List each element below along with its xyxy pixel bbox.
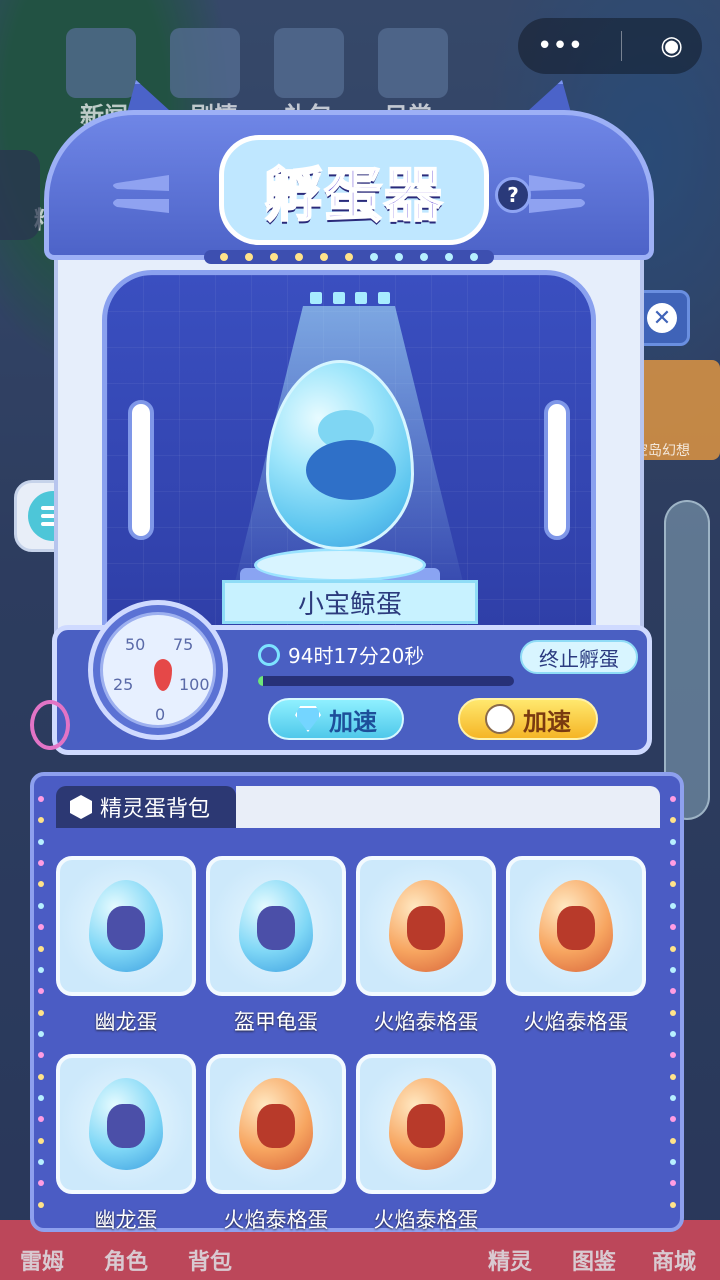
egg-card[interactable] bbox=[356, 856, 496, 996]
egg-card[interactable] bbox=[206, 856, 346, 996]
monster-silhouette bbox=[407, 906, 445, 950]
egg-icon bbox=[89, 880, 163, 972]
egg-slot-name: 火焰泰格蛋 bbox=[523, 1010, 629, 1034]
pedestal-top bbox=[254, 548, 426, 582]
gauge-tick: 25 bbox=[113, 675, 134, 694]
more-icon[interactable]: ••• bbox=[537, 31, 583, 61]
close-record-icon[interactable]: ◉ bbox=[660, 31, 683, 61]
gift-icon bbox=[274, 28, 344, 98]
egg-slot[interactable]: 幽龙蛋 bbox=[56, 856, 196, 1042]
pet-face-icon bbox=[485, 704, 515, 734]
gauge-face: 25 50 75 100 0 bbox=[100, 612, 216, 728]
egg-icon bbox=[89, 1078, 163, 1170]
gauge-tick: 100 bbox=[179, 675, 210, 694]
egg-icon bbox=[389, 1078, 463, 1170]
side-play-button[interactable] bbox=[0, 150, 40, 240]
tab-egg-backpack-label: 精灵蛋背包 bbox=[100, 797, 211, 822]
egg-card[interactable] bbox=[56, 1054, 196, 1194]
egg-slot[interactable]: 火焰泰格蛋 bbox=[206, 1054, 346, 1240]
gauge-tick: 50 bbox=[125, 635, 146, 654]
machine-hood: 孵蛋器 ? bbox=[44, 110, 654, 260]
gauge-tick: 0 bbox=[155, 705, 166, 724]
page-title: 孵蛋器 bbox=[263, 160, 444, 230]
light-strip bbox=[204, 250, 494, 264]
gauge-tick: 75 bbox=[173, 635, 194, 654]
timer: 94时17分20秒 bbox=[258, 640, 424, 669]
title-plate: 孵蛋器 bbox=[219, 135, 489, 245]
whale-body-decoration bbox=[306, 440, 396, 500]
speed-gauge: 25 50 75 100 0 bbox=[88, 600, 228, 740]
cord-decoration bbox=[30, 700, 70, 750]
monster-silhouette bbox=[107, 1104, 145, 1148]
monster-silhouette bbox=[257, 1104, 295, 1148]
nav-bag[interactable]: 背包 bbox=[188, 1244, 232, 1276]
egg-card[interactable] bbox=[356, 1054, 496, 1194]
stop-hatching-button[interactable]: 终止孵蛋 bbox=[520, 640, 638, 674]
story-icon bbox=[170, 28, 240, 98]
tab-egg-backpack[interactable]: 精灵蛋背包 bbox=[56, 786, 236, 828]
nav-leim[interactable]: 雷姆 bbox=[20, 1244, 64, 1276]
monster-silhouette bbox=[407, 1104, 445, 1148]
egg-slot-name: 盔甲龟蛋 bbox=[234, 1010, 318, 1034]
nav-elf[interactable]: 精灵 bbox=[488, 1244, 532, 1276]
egg-icon bbox=[239, 880, 313, 972]
news-icon bbox=[66, 28, 136, 98]
egg-name: 小宝鲸蛋 bbox=[297, 589, 402, 620]
speed-up-friend-label: 加速 bbox=[523, 707, 571, 736]
left-whisker-decoration bbox=[113, 175, 169, 213]
progress-fill bbox=[258, 676, 264, 686]
egg-backpack: 精灵蛋背包 幽龙蛋 盔甲龟蛋 火焰泰格蛋 火焰泰格蛋 幽龙蛋 火焰泰格蛋 火焰泰格蛋 bbox=[30, 772, 684, 1232]
speed-up-gem-button[interactable]: 加速 bbox=[268, 698, 404, 740]
monster-silhouette bbox=[557, 906, 595, 950]
incubator-machine: 孵蛋器 ? 小宝鲸蛋 25 50 75 100 0 94时17分20秒 终止孵蛋… bbox=[30, 80, 654, 770]
egg-icon bbox=[239, 1078, 313, 1170]
egg-icon bbox=[539, 880, 613, 972]
left-led-strip bbox=[38, 796, 44, 1208]
gauge-needle bbox=[154, 659, 172, 691]
egg-slot[interactable]: 火焰泰格蛋 bbox=[356, 856, 496, 1042]
egg-slot-name: 火焰泰格蛋 bbox=[373, 1208, 479, 1232]
egg-slot-name: 火焰泰格蛋 bbox=[223, 1208, 329, 1232]
speed-up-gem-label: 加速 bbox=[329, 707, 377, 736]
egg-slot-name: 幽龙蛋 bbox=[94, 1010, 158, 1034]
diamond-icon bbox=[295, 706, 321, 732]
egg-slot[interactable]: 幽龙蛋 bbox=[56, 1054, 196, 1240]
egg-slot-name: 幽龙蛋 bbox=[94, 1208, 158, 1232]
egg-slot[interactable]: 火焰泰格蛋 bbox=[506, 856, 646, 1042]
hatch-progress-bar bbox=[258, 676, 514, 686]
daily-icon bbox=[378, 28, 448, 98]
egg-slot[interactable]: 盔甲龟蛋 bbox=[206, 856, 346, 1042]
tab-strip bbox=[236, 786, 660, 828]
egg-slot-name: 火焰泰格蛋 bbox=[373, 1010, 479, 1034]
capsule-divider bbox=[621, 31, 623, 61]
egg-icon bbox=[389, 880, 463, 972]
monster-silhouette bbox=[257, 906, 295, 950]
egg-grid: 幽龙蛋 盔甲龟蛋 火焰泰格蛋 火焰泰格蛋 幽龙蛋 火焰泰格蛋 火焰泰格蛋 bbox=[56, 856, 660, 1240]
egg-card[interactable] bbox=[206, 1054, 346, 1194]
speed-up-friend-button[interactable]: 加速 bbox=[458, 698, 598, 740]
left-pillar bbox=[128, 400, 154, 540]
egg-card[interactable] bbox=[56, 856, 196, 996]
hexagon-icon bbox=[70, 795, 92, 819]
timer-text: 94时17分20秒 bbox=[288, 644, 425, 668]
monster-silhouette bbox=[107, 906, 145, 950]
nav-role[interactable]: 角色 bbox=[104, 1244, 148, 1276]
egg-card[interactable] bbox=[506, 856, 646, 996]
mini-program-capsule: ••• ◉ bbox=[518, 18, 702, 74]
lamp-icon bbox=[310, 292, 390, 306]
right-whisker-decoration bbox=[529, 175, 585, 213]
egg-name-bar: 小宝鲸蛋 bbox=[222, 580, 478, 624]
right-pillar bbox=[544, 400, 570, 540]
clock-icon bbox=[258, 643, 280, 666]
egg-slot[interactable]: 火焰泰格蛋 bbox=[356, 1054, 496, 1240]
help-button[interactable]: ? bbox=[495, 177, 531, 213]
nav-dex[interactable]: 图鉴 bbox=[572, 1244, 616, 1276]
right-led-strip bbox=[670, 796, 676, 1208]
nav-shop[interactable]: 商城 bbox=[652, 1244, 696, 1276]
